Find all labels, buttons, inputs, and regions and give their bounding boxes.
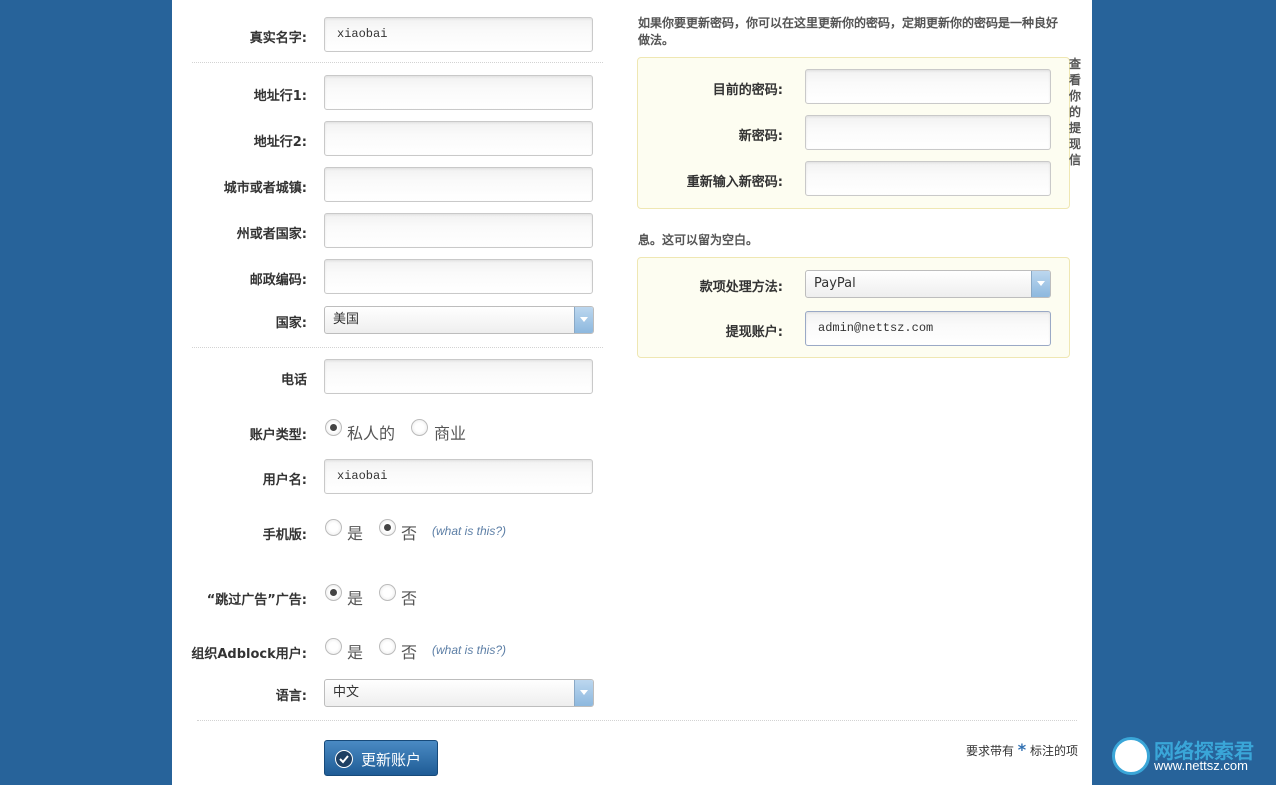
- withdraw-side-note: 查看你的提现信: [1069, 57, 1082, 167]
- language-selected-value: 中文: [333, 685, 360, 700]
- language-label: 语言:: [275, 689, 307, 704]
- divider: [192, 62, 603, 63]
- password-box: 目前的密码: 新密码: 重新输入新密码:: [637, 57, 1070, 209]
- chevron-down-icon: [574, 680, 593, 706]
- phone-label: 电话: [280, 373, 307, 388]
- account-type-personal-radio[interactable]: [325, 419, 342, 436]
- mobile-no-radio[interactable]: [379, 519, 396, 536]
- current-password-label: 目前的密码:: [712, 83, 783, 98]
- state-label: 州或者国家:: [236, 227, 307, 242]
- address2-label: 地址行2:: [253, 135, 307, 150]
- postcode-label: 邮政编码:: [249, 273, 307, 288]
- adblock-yes-label: 是: [347, 643, 364, 662]
- adblock-help-link[interactable]: (what is this?): [432, 643, 506, 657]
- phone-input[interactable]: [324, 359, 593, 394]
- address2-input[interactable]: [324, 121, 593, 156]
- mobile-label: 手机版:: [262, 528, 307, 543]
- adblock-no-label: 否: [401, 643, 418, 662]
- account-type-label: 账户类型:: [249, 428, 307, 443]
- required-note-prefix: 要求带有: [965, 744, 1014, 758]
- payment-method-selected-value: PayPal: [814, 276, 856, 291]
- new-password-label: 新密码:: [738, 129, 783, 144]
- city-input[interactable]: [324, 167, 593, 202]
- postcode-input[interactable]: [324, 259, 593, 294]
- withdraw-box: 款项处理方法: PayPal 提现账户: admin@nettsz.com: [637, 257, 1070, 358]
- check-icon: [335, 750, 353, 768]
- required-note-suffix: 标注的项: [1029, 744, 1078, 758]
- country-label: 国家:: [275, 316, 307, 331]
- chevron-down-icon: [574, 307, 593, 333]
- mobile-no-label: 否: [401, 524, 418, 543]
- update-account-button[interactable]: 更新账户: [324, 740, 438, 776]
- account-type-personal-label: 私人的: [347, 424, 396, 443]
- country-select[interactable]: 美国: [324, 306, 594, 334]
- skip-ads-yes-label: 是: [347, 589, 364, 608]
- city-label: 城市或者城镇:: [223, 181, 307, 196]
- new-password-input[interactable]: [805, 115, 1051, 150]
- country-selected-value: 美国: [333, 312, 360, 327]
- adblock-yes-radio[interactable]: [325, 638, 342, 655]
- logo-icon: [1112, 737, 1150, 775]
- current-password-input[interactable]: [805, 69, 1051, 104]
- watermark-logo: 网络探索君 www.nettsz.com: [1112, 735, 1272, 775]
- account-type-business-label: 商业: [434, 424, 467, 443]
- real-name-label: 真实名字:: [249, 31, 307, 46]
- language-select[interactable]: 中文: [324, 679, 594, 707]
- skip-ads-yes-radio[interactable]: [325, 584, 342, 601]
- withdraw-note: 息。这可以留为空白。: [638, 233, 759, 247]
- payment-method-label: 款项处理方法:: [699, 280, 783, 295]
- divider: [197, 720, 1077, 721]
- address1-label: 地址行1:: [253, 89, 307, 104]
- confirm-password-input[interactable]: [805, 161, 1051, 196]
- watermark-url: www.nettsz.com: [1154, 758, 1248, 773]
- account-type-business-radio[interactable]: [411, 419, 428, 436]
- update-account-button-label: 更新账户: [361, 751, 422, 769]
- withdraw-account-input[interactable]: admin@nettsz.com: [805, 311, 1051, 346]
- username-label: 用户名:: [262, 473, 307, 488]
- adblock-no-radio[interactable]: [379, 638, 396, 655]
- mobile-help-link[interactable]: (what is this?): [432, 524, 506, 538]
- skip-ads-no-radio[interactable]: [379, 584, 396, 601]
- password-note: 如果你要更新密码，你可以在这里更新你的密码，定期更新你的密码是一种良好做法。: [638, 16, 1059, 47]
- chevron-down-icon: [1031, 271, 1050, 297]
- username-input[interactable]: xiaobai: [324, 459, 593, 494]
- account-form-panel: 真实名字: xiaobai 地址行1: 地址行2: 城市或者城镇: 州或者国家:…: [172, 0, 1092, 785]
- withdraw-account-label: 提现账户:: [725, 325, 783, 340]
- state-input[interactable]: [324, 213, 593, 248]
- adblock-label: 组织Adblock用户:: [191, 647, 307, 662]
- required-star: *: [1017, 740, 1027, 759]
- mobile-yes-label: 是: [347, 524, 364, 543]
- confirm-password-label: 重新输入新密码:: [686, 175, 783, 190]
- address1-input[interactable]: [324, 75, 593, 110]
- real-name-input[interactable]: xiaobai: [324, 17, 593, 52]
- skip-ads-label: “跳过广告”广告:: [206, 593, 307, 608]
- skip-ads-no-label: 否: [401, 589, 418, 608]
- mobile-yes-radio[interactable]: [325, 519, 342, 536]
- required-note: 要求带有 * 标注的项: [966, 740, 1078, 759]
- payment-method-select[interactable]: PayPal: [805, 270, 1051, 298]
- divider: [192, 347, 603, 348]
